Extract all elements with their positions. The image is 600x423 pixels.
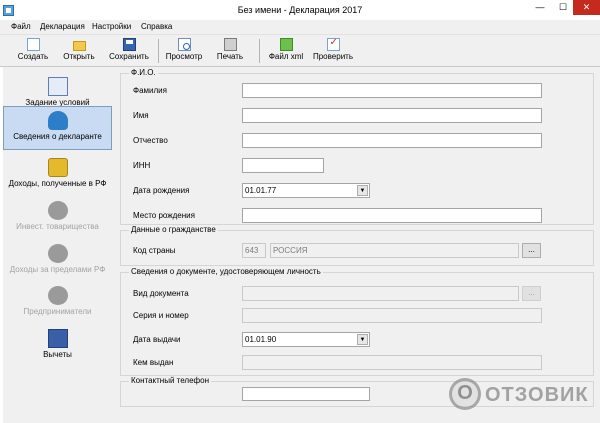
maximize-button[interactable]: ☐ [553, 0, 573, 15]
menu-settings[interactable]: Настройки [92, 22, 131, 31]
new-document-icon [26, 38, 40, 51]
person-icon [47, 111, 68, 130]
birth-date-select[interactable]: 01.01.77 ▼ [242, 183, 370, 198]
preview-icon [177, 38, 191, 51]
create-button[interactable]: Создать [14, 36, 52, 66]
patronymic-label: Отчество [133, 136, 168, 145]
sidebar-item-foreign-income[interactable]: Доходы за пределами РФ [3, 244, 112, 280]
document-type-field[interactable] [242, 286, 519, 301]
window-title: Без имени - Декларация 2017 [237, 5, 363, 15]
sidebar-item-label: Инвест. товарищества [16, 222, 99, 231]
citizenship-group: Данные о гражданстве Код страны 643 РОСС… [120, 225, 594, 266]
preview-button[interactable]: Просмотр [163, 36, 205, 66]
floppy-disk-icon [122, 38, 136, 51]
entrepreneur-icon [47, 286, 68, 305]
check-document-icon [326, 37, 340, 51]
birth-date-label: Дата рождения [133, 186, 190, 195]
series-number-field[interactable] [242, 308, 542, 323]
preview-label: Просмотр [165, 52, 203, 61]
citizenship-group-title: Данные о гражданстве [129, 225, 218, 234]
sidebar-item-label: Предприниматели [23, 307, 92, 316]
inn-field[interactable] [242, 158, 324, 173]
sidebar-item-label: Доходы, полученные в РФ [8, 179, 107, 188]
close-button[interactable]: ✕ [573, 0, 600, 15]
xml-file-icon [279, 38, 293, 51]
identity-group-title: Сведения о документе, удостоверяющем лич… [129, 267, 323, 276]
fio-group-title: Ф.И.О. [129, 68, 158, 77]
birth-place-label: Место рождения [133, 211, 195, 220]
issued-by-field[interactable] [242, 355, 542, 370]
issue-date-select[interactable]: 01.01.90 ▼ [242, 332, 370, 347]
money-bag-icon [47, 244, 68, 263]
sidebar-item-declarant[interactable]: Сведения о декларанте [3, 106, 112, 150]
document-type-label: Вид документа [133, 289, 189, 298]
xml-file-button[interactable]: Файл xml [266, 36, 306, 66]
country-code-label: Код страны [133, 246, 176, 255]
check-button[interactable]: Проверить [310, 36, 356, 66]
country-browse-button[interactable]: ... [522, 243, 541, 258]
issued-by-label: Кем выдан [133, 358, 174, 367]
toolbar-separator [158, 39, 159, 63]
calculator-icon [47, 329, 68, 348]
open-button[interactable]: Открыть [58, 36, 100, 66]
title-bar: Без имени - Декларация 2017 — ☐ ✕ [0, 0, 600, 20]
toolbar-separator [259, 39, 260, 63]
birth-date-value: 01.01.77 [245, 186, 277, 195]
sidebar-item-entrepreneurs[interactable]: Предприниматели [3, 286, 112, 322]
menu-file[interactable]: Файл [11, 22, 31, 31]
check-label: Проверить [312, 52, 353, 61]
menu-bar: Файл Декларация Настройки Справка [0, 20, 600, 35]
fio-group: Ф.И.О. Фамилия Имя Отчество ИНН Дата рож… [120, 68, 594, 225]
document-type-browse-button[interactable]: ... [522, 286, 541, 301]
inn-label: ИНН [133, 161, 151, 170]
menu-declaration[interactable]: Декларация [40, 22, 85, 31]
country-code-field[interactable]: 643 [242, 243, 266, 258]
contact-phone-group-title: Контактный телефон [129, 376, 211, 385]
identity-document-group: Сведения о документе, удостоверяющем лич… [120, 267, 594, 376]
sidebar-item-label: Сведения о декларанте [13, 132, 102, 141]
folder-open-icon [72, 41, 86, 51]
open-label: Открыть [63, 52, 95, 61]
sidebar-item-label: Вычеты [43, 350, 72, 359]
minimize-button[interactable]: — [527, 0, 553, 15]
sidebar-item-investment[interactable]: Инвест. товарищества [3, 201, 112, 237]
surname-field[interactable] [242, 83, 542, 98]
name-label: Имя [133, 111, 149, 120]
issue-date-label: Дата выдачи [133, 335, 181, 344]
menu-help[interactable]: Справка [141, 22, 172, 31]
print-button[interactable]: Печать [212, 36, 248, 66]
sidebar-item-income-rf[interactable]: Доходы, полученные в РФ [3, 158, 112, 194]
save-button[interactable]: Сохранить [106, 36, 152, 66]
tree-icon [47, 77, 68, 96]
otzovik-logo-icon: О [449, 378, 481, 410]
birth-place-field[interactable] [242, 208, 542, 223]
declarant-form: Ф.И.О. Фамилия Имя Отчество ИНН Дата рож… [114, 67, 600, 423]
coins-icon [47, 158, 68, 177]
surname-label: Фамилия [133, 86, 167, 95]
save-label: Сохранить [109, 52, 149, 61]
sidebar-item-deductions[interactable]: Вычеты [3, 329, 112, 365]
create-label: Создать [17, 52, 49, 61]
print-label: Печать [216, 52, 244, 61]
name-field[interactable] [242, 108, 542, 123]
otzovik-logo-text: ОТЗОВИК [485, 384, 589, 406]
patronymic-field[interactable] [242, 133, 542, 148]
phone-field[interactable] [242, 387, 370, 401]
printer-icon [223, 38, 237, 51]
sidebar: Задание условий Сведения о декларанте До… [3, 67, 114, 423]
country-name-field[interactable]: РОССИЯ [270, 243, 519, 258]
chevron-down-icon[interactable]: ▼ [357, 185, 368, 196]
xml-file-label: Файл xml [268, 52, 304, 61]
series-number-label: Серия и номер [133, 311, 189, 320]
sidebar-item-label: Доходы за пределами РФ [9, 265, 106, 274]
investor-icon [47, 201, 68, 220]
issue-date-value: 01.01.90 [245, 335, 277, 344]
toolbar: Создать Открыть Сохранить Просмотр Печат… [0, 35, 600, 67]
chevron-down-icon[interactable]: ▼ [357, 334, 368, 345]
